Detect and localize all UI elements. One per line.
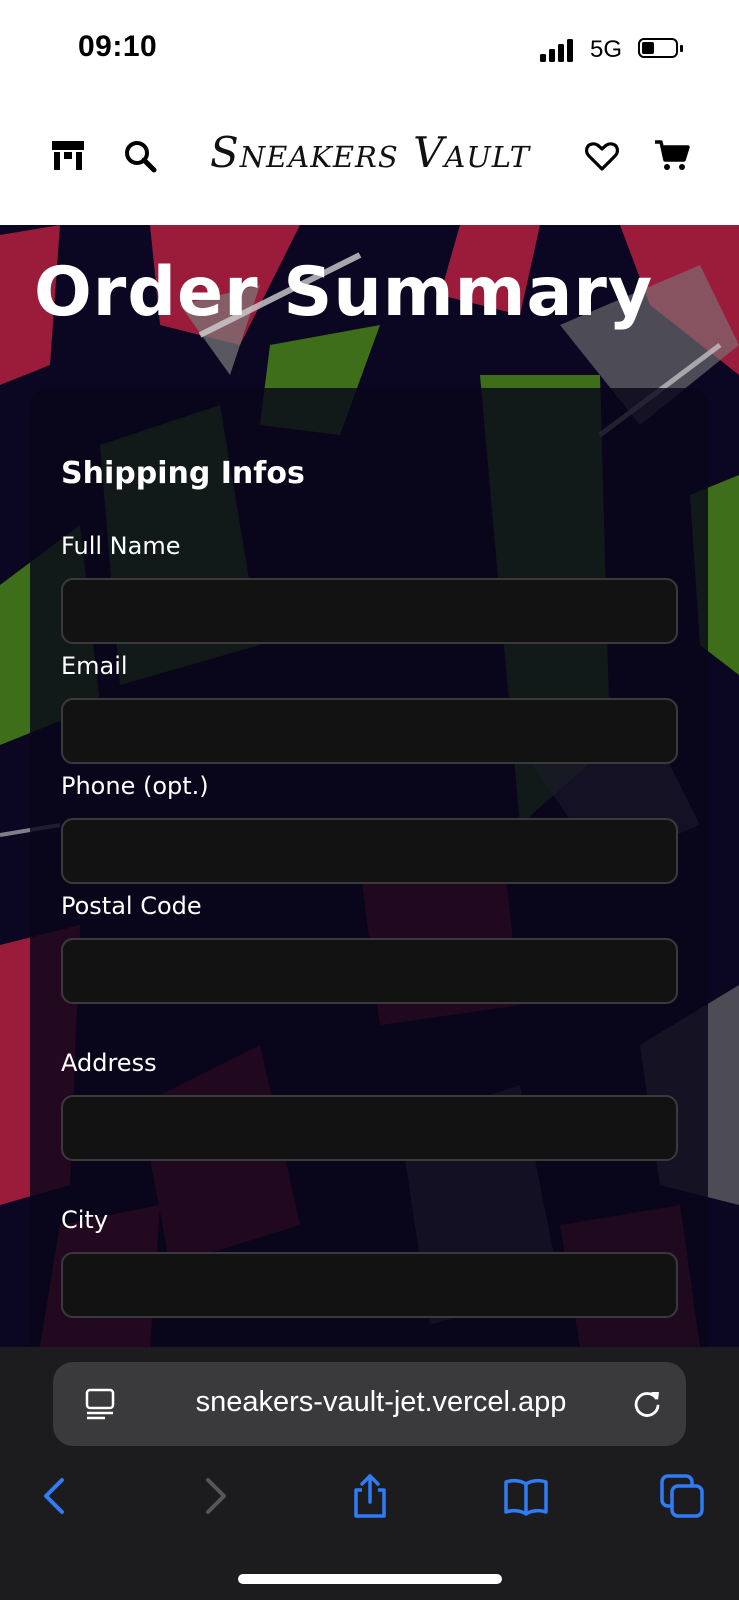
tabs-icon[interactable]	[658, 1472, 706, 1520]
shipping-form-card: Shipping Infos Full Name Email Phone (op…	[30, 388, 708, 1347]
email-label: Email	[61, 652, 128, 680]
forward-icon[interactable]	[190, 1472, 238, 1520]
network-type: 5G	[590, 36, 623, 63]
postal-code-label: Postal Code	[61, 892, 202, 920]
email-input[interactable]	[61, 698, 678, 764]
share-icon[interactable]	[346, 1472, 394, 1520]
phone-label: Phone (opt.)	[61, 772, 209, 800]
phone-input[interactable]	[61, 818, 678, 884]
city-label: City	[61, 1206, 109, 1234]
page-title: Order Summary	[34, 253, 654, 332]
full-name-label: Full Name	[61, 532, 181, 560]
reload-icon[interactable]	[629, 1386, 665, 1422]
full-name-input[interactable]	[61, 578, 678, 644]
section-title: Shipping Infos	[61, 456, 305, 491]
heart-icon[interactable]	[584, 138, 620, 174]
bookmarks-icon[interactable]	[502, 1472, 550, 1520]
city-input[interactable]	[61, 1252, 678, 1318]
brand-logo[interactable]: Sneakers Vault	[200, 128, 540, 177]
order-summary-section: Order Summary Shipping Infos Full Name E…	[0, 225, 739, 1347]
browser-toolbar: sneakers-vault-jet.vercel.app	[0, 1347, 739, 1600]
reader-mode-icon[interactable]	[83, 1386, 119, 1422]
address-bar[interactable]: sneakers-vault-jet.vercel.app	[53, 1362, 686, 1446]
address-label: Address	[61, 1049, 157, 1077]
status-bar: 09:10 5G	[0, 0, 739, 100]
search-icon[interactable]	[122, 138, 158, 174]
address-input[interactable]	[61, 1095, 678, 1161]
postal-code-input[interactable]	[61, 938, 678, 1004]
back-icon[interactable]	[32, 1472, 80, 1520]
store-icon[interactable]	[50, 138, 86, 174]
battery-icon	[638, 38, 684, 60]
status-time: 09:10	[78, 30, 158, 63]
signal-bars-icon	[540, 38, 580, 62]
home-indicator	[238, 1574, 502, 1584]
url-text[interactable]: sneakers-vault-jet.vercel.app	[161, 1386, 601, 1419]
cart-icon[interactable]	[654, 138, 690, 174]
